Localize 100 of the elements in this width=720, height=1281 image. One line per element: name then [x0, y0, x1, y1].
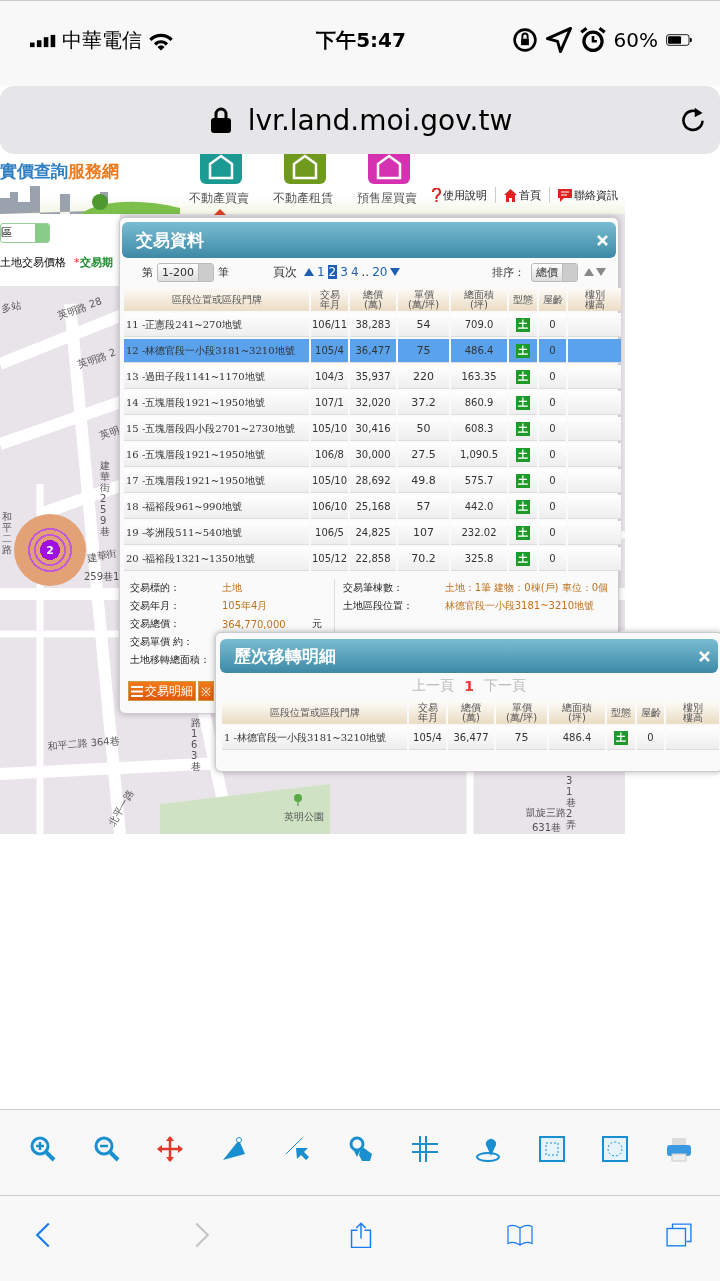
- unit-label: 元: [312, 617, 322, 631]
- nav-tab[interactable]: 不動產租賃: [264, 154, 342, 214]
- page-link[interactable]: 4: [350, 265, 359, 279]
- floor-cell: [568, 521, 621, 545]
- rectangle-select-icon[interactable]: [538, 1136, 565, 1162]
- required-mark: *: [74, 256, 80, 269]
- park-pin-icon: [294, 794, 302, 806]
- date-cell: 104/3: [311, 365, 348, 389]
- area-cell: 163.35: [451, 365, 507, 389]
- table-row[interactable]: 14 -五塊厝段1921~1950地號 107/1 32,020 37.2 860.9 土 0: [124, 391, 621, 415]
- printer-icon[interactable]: [665, 1136, 692, 1162]
- table-row[interactable]: 12 -林德官段一小段3181~3210地號 105/4 36,477 75 486.4 土 0: [124, 339, 621, 363]
- column-header: 屋齡: [637, 701, 664, 724]
- page-link[interactable]: 3: [340, 265, 348, 279]
- location-cell: 1 -林德官段一小段3181~3210地號: [222, 726, 407, 750]
- location-cell: 19 -苓洲段511~540地號: [124, 521, 309, 545]
- column-header: 單價 (萬/坪): [496, 701, 547, 724]
- floor-cell: [666, 726, 719, 750]
- table-row[interactable]: 1 -林德官段一小段3181~3210地號 105/4 36,477 75 486.4 土 0: [222, 726, 719, 750]
- site-logo[interactable]: 實價查詢服務網: [0, 160, 119, 183]
- total-price-cell: 32,020: [350, 391, 396, 415]
- zoom-out-icon[interactable]: [93, 1136, 120, 1162]
- land-type-badge: 土: [516, 421, 530, 436]
- close-icon[interactable]: [699, 650, 710, 662]
- area-cell: 860.9: [451, 391, 507, 415]
- street-label: 和平二路: [2, 511, 12, 555]
- next-page-icon[interactable]: [390, 267, 401, 277]
- pointer-pin-icon[interactable]: [347, 1136, 374, 1162]
- question-mark-icon: [432, 188, 441, 202]
- reload-icon[interactable]: [680, 106, 706, 132]
- nav-tab[interactable]: 不動產買賣: [180, 154, 258, 214]
- triangle-measure-icon[interactable]: [220, 1136, 247, 1162]
- tabs-icon[interactable]: [666, 1222, 692, 1248]
- road-grid-icon[interactable]: [411, 1136, 438, 1162]
- area-cell: 608.3: [451, 417, 507, 441]
- address-field[interactable]: lvr.land.moi.gov.tw: [0, 86, 720, 154]
- close-icon[interactable]: [597, 234, 608, 246]
- table-row[interactable]: 20 -福裕段1321~1350地號 105/12 22,858 70.2 325.8 土 0: [124, 547, 621, 571]
- street-label: 英明路 2: [76, 345, 118, 373]
- area-cell: 709.0: [451, 313, 507, 337]
- unit-price-cell: 107: [398, 521, 449, 545]
- table-row[interactable]: 15 -五塊厝段四小段2701~2730地號 105/10 30,416 50 608.3 土 0: [124, 417, 621, 441]
- column-header: 總面積 (坪): [451, 288, 507, 311]
- date-cell: 106/5: [311, 521, 348, 545]
- table-row[interactable]: 17 -五塊厝段1921~1950地號 105/10 28,692 49.8 575.7 土 0: [124, 469, 621, 493]
- page-link[interactable]: 20: [372, 265, 388, 279]
- nav-tab[interactable]: 預售屋買賣: [348, 154, 426, 214]
- sort-descending-icon[interactable]: [596, 267, 606, 277]
- unit-price-cell: 75: [398, 339, 449, 363]
- circle-select-icon[interactable]: [602, 1136, 629, 1162]
- table-row[interactable]: 19 -苓洲段511~540地號 106/5 24,825 107 232.02 土 0: [124, 521, 621, 545]
- floor-cell: [568, 495, 621, 519]
- header-link[interactable]: 聯絡資訊: [574, 187, 618, 203]
- table-row[interactable]: 16 -五塊厝段1921~1950地號 106/8 30,000 27.5 1,090.5 土 0: [124, 443, 621, 467]
- land-type-badge: 土: [516, 369, 530, 384]
- district-dropdown[interactable]: 區: [0, 223, 50, 243]
- location-cell: 20 -福裕段1321~1350地號: [124, 547, 309, 571]
- previous-page-icon[interactable]: [303, 267, 314, 277]
- page-link[interactable]: 2: [327, 265, 338, 279]
- table-row[interactable]: 11 -正憲段241~270地號 106/11 38,283 54 709.0 土 0: [124, 313, 621, 337]
- area-cell: 575.7: [451, 469, 507, 493]
- current-page: 1: [464, 678, 474, 694]
- unit-price-cell: 75: [496, 726, 547, 750]
- table-row[interactable]: 18 -福裕段961~990地號 106/10 25,168 57 442.0 土 0: [124, 495, 621, 519]
- street-label: 259巷1: [84, 570, 120, 584]
- header-link[interactable]: 使用說明: [443, 187, 487, 203]
- column-header: 區段位置或區段門牌: [124, 288, 309, 311]
- age-cell: 0: [539, 391, 566, 415]
- date-cell: 105/4: [409, 726, 446, 750]
- table-row[interactable]: 13 -過田子段1141~1170地號 104/3 35,937 220 163.35 土 0: [124, 365, 621, 389]
- header-link[interactable]: 首頁: [519, 187, 541, 203]
- column-header: 區段位置或區段門牌: [222, 701, 407, 724]
- zoom-in-icon[interactable]: [30, 1136, 56, 1162]
- floor-cell: [568, 417, 621, 441]
- sort-select[interactable]: 總價: [531, 262, 578, 282]
- range-select[interactable]: 1-200: [157, 262, 214, 282]
- rotation-lock-icon: [511, 27, 538, 53]
- total-price-cell: 35,937: [350, 365, 396, 389]
- column-header: 總價 (萬): [448, 701, 494, 724]
- floor-cell: [568, 365, 621, 389]
- share-icon[interactable]: [348, 1222, 374, 1248]
- land-type-badge: 土: [516, 525, 530, 540]
- page-link[interactable]: 1: [316, 265, 325, 279]
- location-arrow-icon: [545, 27, 572, 53]
- age-cell: 0: [539, 339, 566, 363]
- sort-ascending-icon[interactable]: [584, 267, 594, 277]
- total-price-cell: 30,416: [350, 417, 396, 441]
- range-prefix: 第: [142, 264, 153, 280]
- distance-measure-icon[interactable]: [284, 1136, 311, 1162]
- carrier-name: 中華電信: [62, 27, 142, 54]
- move-arrows-icon[interactable]: [157, 1136, 184, 1162]
- date-cell: 105/10: [311, 417, 348, 441]
- age-cell: 0: [539, 313, 566, 337]
- location-pin-icon[interactable]: [475, 1136, 502, 1162]
- land-type-badge: 土: [516, 317, 530, 332]
- bookmarks-icon[interactable]: [507, 1222, 533, 1248]
- total-price-cell: 25,168: [350, 495, 396, 519]
- unit-price-cell: 70.2: [398, 547, 449, 571]
- street-label: 路 163巷: [191, 717, 201, 772]
- street-label: 建華街 259巷: [100, 460, 110, 537]
